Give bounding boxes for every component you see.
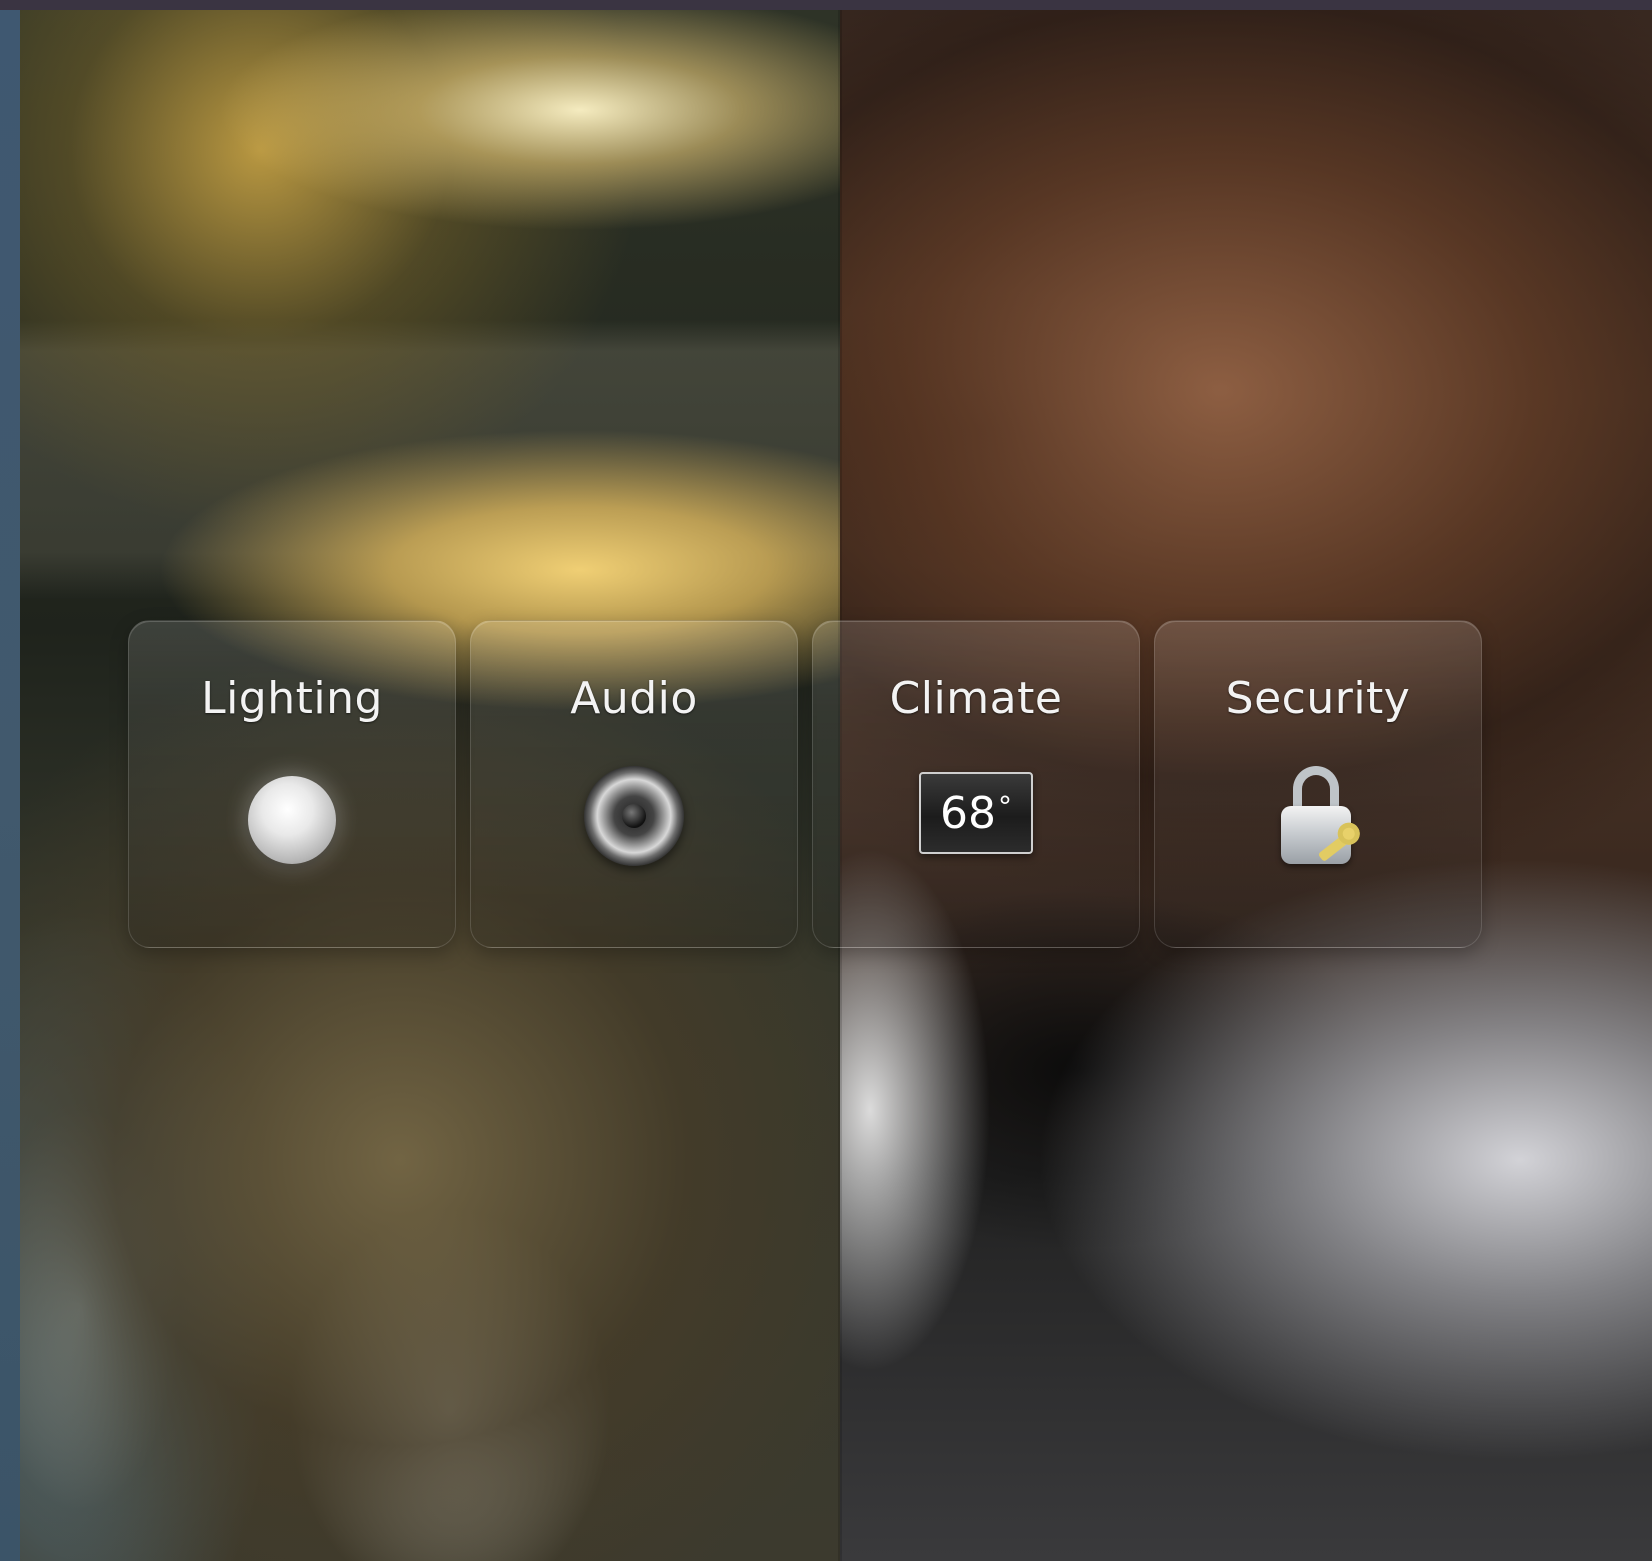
temperature-value: 68 (940, 787, 996, 839)
padlock (1273, 766, 1363, 886)
tile-climate[interactable]: Climate 68 ° (812, 620, 1140, 948)
top-bar (0, 0, 1652, 10)
tile-security[interactable]: Security (1154, 620, 1482, 948)
tile-lighting[interactable]: Lighting (128, 620, 456, 948)
control-tiles: Lighting Audio Climate 68 ° Security (128, 620, 1482, 948)
speaker-icon (584, 766, 684, 866)
tile-audio[interactable]: Audio (470, 620, 798, 948)
tile-label-climate: Climate (889, 673, 1063, 724)
padlock-icon (1273, 766, 1363, 886)
light-orb (248, 776, 336, 864)
left-edge (0, 10, 20, 1561)
tile-label-audio: Audio (570, 673, 698, 724)
speaker-cone (584, 766, 684, 866)
temperature-display: 68 ° (919, 772, 1033, 854)
thermostat-icon: 68 ° (919, 766, 1033, 854)
temperature-unit: ° (998, 789, 1012, 823)
background-photo: Lighting Audio Climate 68 ° Security (20, 10, 1652, 1561)
tile-label-security: Security (1225, 673, 1411, 724)
tile-label-lighting: Lighting (201, 673, 383, 724)
light-bulb-icon (248, 766, 336, 864)
